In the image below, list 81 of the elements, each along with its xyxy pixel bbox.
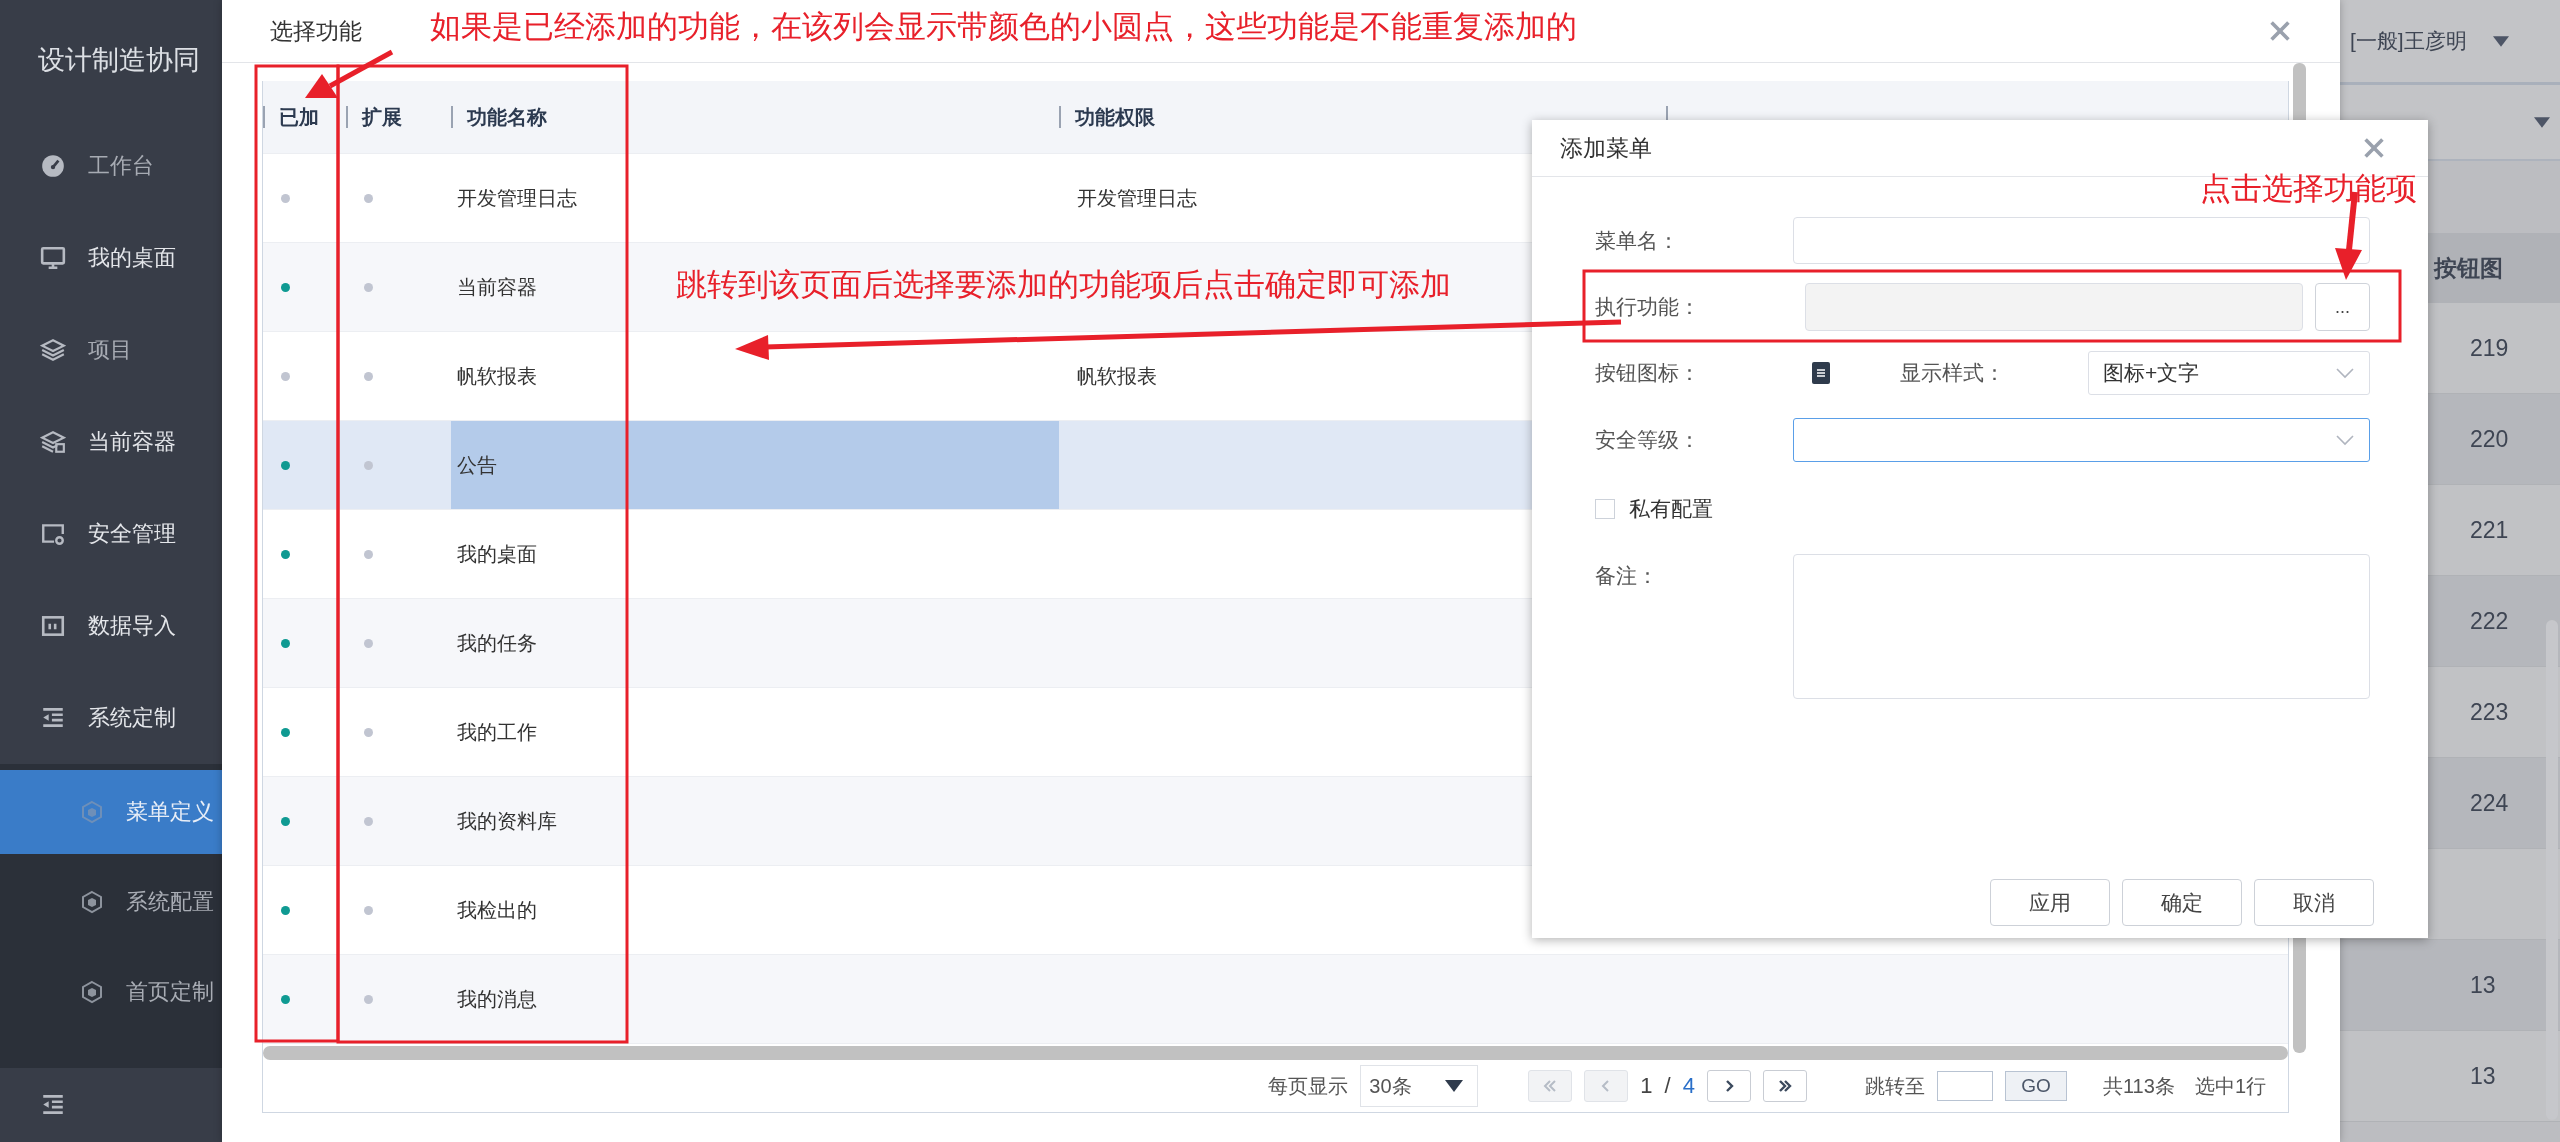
style-select[interactable]: 图标+文字 xyxy=(2088,351,2370,395)
layers-icon xyxy=(40,429,66,455)
column-header: 扩展 xyxy=(362,104,402,130)
go-button[interactable]: GO xyxy=(2005,1071,2067,1101)
window-gear-icon xyxy=(40,521,66,547)
submenu-item[interactable]: 首页定制 xyxy=(0,950,222,1034)
dialog-button[interactable]: 取消 xyxy=(2254,879,2374,926)
annotation-text: 跳转到该页面后选择要添加的功能项后点击确定即可添加 xyxy=(676,266,1451,304)
layers-icon xyxy=(40,337,66,363)
nav-item[interactable]: 我的桌面 xyxy=(0,212,222,304)
dialog-title: 选择功能 xyxy=(270,16,362,46)
table-cell-text: 我的桌面 xyxy=(457,541,537,567)
close-icon[interactable] xyxy=(2362,136,2386,160)
table-row: 13 xyxy=(2340,1031,2560,1122)
table-cell-text: 当前容器 xyxy=(457,274,537,300)
double-chevron-icon xyxy=(1777,1078,1793,1094)
remark-field[interactable] xyxy=(1793,554,2370,699)
field-label: 显示样式： xyxy=(1900,360,2006,386)
submenu-item[interactable]: 菜单定义 xyxy=(0,770,222,854)
jump-label: 跳转至 xyxy=(1865,1073,1925,1099)
checkbox[interactable] xyxy=(1595,499,1615,519)
nav-item[interactable]: 当前容器 xyxy=(0,396,222,488)
pager-label: 每页显示 xyxy=(1268,1073,1349,1099)
scrollbar[interactable] xyxy=(263,1046,2288,1060)
input-field[interactable] xyxy=(1793,217,2370,264)
dialog-button[interactable]: 应用 xyxy=(1990,879,2110,926)
close-icon[interactable] xyxy=(2268,19,2292,43)
table-row[interactable]: 我的消息 xyxy=(263,955,2288,1044)
page-count[interactable]: 4 xyxy=(1682,1073,1695,1099)
table-cell-text: 公告 xyxy=(457,452,497,478)
table-cell-text: 我的工作 xyxy=(457,719,537,745)
nav-item[interactable]: 系统定制 xyxy=(0,672,222,764)
nav-item[interactable]: 项目 xyxy=(0,304,222,396)
column-header: 按钮图 xyxy=(2434,253,2503,283)
dialog-button[interactable]: 确定 xyxy=(2122,879,2242,926)
page-size-select[interactable]: 30条 xyxy=(1360,1065,1479,1107)
nav-item[interactable]: 数据导入 xyxy=(0,580,222,672)
table-cell-text: 我的资料库 xyxy=(457,808,557,834)
panel-icon xyxy=(40,613,66,639)
field-label: 按钮图标： xyxy=(1595,360,1701,386)
table-cell-text: 帆软报表 xyxy=(457,363,537,389)
total-count: 共113条 xyxy=(2103,1073,2175,1099)
column-header: 已加 xyxy=(279,104,319,130)
table-cell-text: 开发管理日志 xyxy=(1077,185,1197,211)
field-label: 执行功能： xyxy=(1595,294,1701,320)
column-header: 功能名称 xyxy=(467,104,547,130)
submenu-item[interactable]: 系统配置 xyxy=(0,860,222,944)
caret-icon[interactable] xyxy=(2534,116,2550,128)
document-icon[interactable] xyxy=(1812,362,1830,384)
cube-icon xyxy=(80,890,104,914)
field-label: 备注： xyxy=(1595,563,1659,589)
cube-icon xyxy=(80,980,104,1004)
table-row: 13 xyxy=(2340,940,2560,1031)
table-cell-text: 我的任务 xyxy=(457,630,537,656)
chevron-down-icon xyxy=(2335,434,2355,446)
page-number: 1 xyxy=(1640,1073,1653,1099)
user-menu[interactable]: [一般]王彦明 xyxy=(2350,27,2467,55)
chevron-down-icon xyxy=(2335,367,2355,379)
selected-count: 选中1行 xyxy=(2194,1073,2266,1099)
table-cell-text: 开发管理日志 xyxy=(457,185,577,211)
cube-icon xyxy=(80,800,104,824)
next-page-button[interactable] xyxy=(1707,1070,1751,1102)
page-input[interactable] xyxy=(1937,1071,1993,1101)
nav-item[interactable]: 工作台 xyxy=(0,120,222,212)
table-cell-text: 帆软报表 xyxy=(1077,363,1157,389)
page-separator: / xyxy=(1664,1073,1671,1099)
field-label: 安全等级： xyxy=(1595,427,1701,453)
caret-icon xyxy=(1445,1080,1464,1092)
security-select[interactable] xyxy=(1793,418,2370,462)
gauge-icon xyxy=(40,153,66,179)
table-cell-text: 我检出的 xyxy=(457,897,537,923)
caret-icon[interactable] xyxy=(2492,35,2509,47)
last-page-button[interactable] xyxy=(1763,1070,1807,1102)
table-cell-text: 我的消息 xyxy=(457,986,537,1012)
monitor-icon xyxy=(40,245,66,271)
annotation-text: 如果是已经添加的功能，在该列会显示带颜色的小圆点，这些功能是不能重复添加的 xyxy=(430,8,1577,46)
column-header: 功能权限 xyxy=(1075,104,1155,130)
browse-button[interactable]: ... xyxy=(2315,283,2370,331)
app-title: 设计制造协同 xyxy=(37,44,201,77)
nav-item[interactable]: 安全管理 xyxy=(0,488,222,580)
double-chevron-icon xyxy=(1542,1078,1559,1094)
